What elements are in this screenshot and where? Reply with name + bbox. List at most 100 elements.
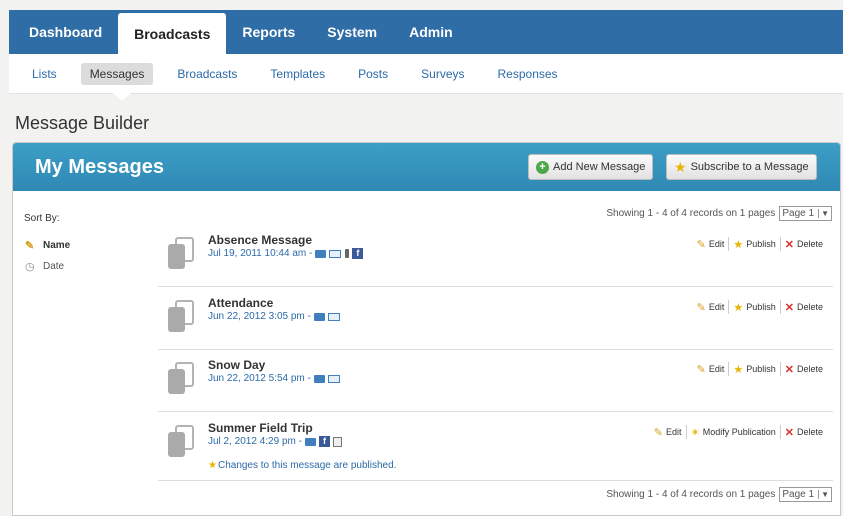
delete-label: Delete [796, 364, 823, 374]
sort-by-date[interactable]: ◷ Date [25, 260, 64, 273]
modify-publication-label: Modify Publication [702, 427, 776, 437]
subtab-templates[interactable]: Templates [261, 63, 334, 85]
add-new-message-button[interactable]: + Add New Message [528, 154, 654, 180]
my-messages-panel: My Messages + Add New Message ★ Subscrib… [12, 142, 841, 516]
list-item: Attendance Jun 22, 2012 3:05 pm - ✎ Edit … [158, 288, 833, 350]
delete-button[interactable]: ✕ Delete [781, 238, 827, 251]
edit-label: Edit [708, 364, 725, 374]
clock-icon: ◷ [25, 261, 35, 273]
edit-button[interactable]: ✎ Edit [650, 426, 686, 439]
pencil-icon: ✎ [696, 301, 706, 314]
modify-publication-button[interactable]: ✶ Modify Publication [687, 426, 780, 439]
message-title[interactable]: Snow Day [208, 358, 265, 372]
sort-by-label: Sort By: [24, 213, 60, 224]
page-select[interactable]: Page 1 ▼ [779, 487, 832, 502]
subtab-lists[interactable]: Lists [23, 63, 66, 85]
publish-button[interactable]: ★ Publish [729, 363, 779, 376]
star-icon: ✶ [690, 426, 700, 439]
pagination-bottom: Showing 1 - 4 of 4 records on 1 pages Pa… [606, 487, 832, 502]
publish-button[interactable]: ★ Publish [729, 238, 779, 251]
pencil-icon: ✎ [696, 363, 706, 376]
email-icon [327, 374, 340, 383]
row-actions: ✎ Edit ★ Publish ✕ Delete [693, 300, 827, 314]
showing-text: Showing 1 - 4 of 4 records on 1 pages [606, 489, 776, 500]
publish-label: Publish [746, 302, 776, 312]
published-note: ★ Changes to this message are published. [208, 460, 396, 471]
delete-button[interactable]: ✕ Delete [781, 301, 827, 314]
delete-label: Delete [796, 302, 823, 312]
tab-broadcasts[interactable]: Broadcasts [118, 13, 227, 54]
subnav-pointer [113, 93, 131, 101]
message-meta: Jul 2, 2012 4:29 pm - f [208, 436, 342, 447]
sub-nav: Lists Messages Broadcasts Templates Post… [9, 54, 843, 94]
tab-admin[interactable]: Admin [393, 10, 469, 54]
list-item: Snow Day Jun 22, 2012 5:54 pm - ✎ Edit ★ P… [158, 350, 833, 412]
tab-dashboard[interactable]: Dashboard [9, 10, 118, 54]
message-title[interactable]: Attendance [208, 296, 273, 310]
chevron-down-icon: ▼ [818, 490, 829, 499]
message-date: Jun 22, 2012 5:54 pm - [208, 373, 311, 384]
star-icon: ★ [674, 158, 687, 175]
star-icon: ★ [208, 460, 217, 471]
delete-icon: ✕ [784, 301, 794, 314]
pagination-top: Showing 1 - 4 of 4 records on 1 pages Pa… [606, 206, 832, 221]
message-icon [168, 300, 194, 332]
sort-by-name[interactable]: ✎ Name [25, 239, 70, 252]
row-actions: ✎ Edit ★ Publish ✕ Delete [693, 237, 827, 251]
list-item: Absence Message Jul 19, 2011 10:44 am - … [158, 225, 833, 287]
message-date: Jul 19, 2011 10:44 am - [208, 248, 313, 259]
email-icon [327, 312, 340, 321]
sort-name-label: Name [43, 240, 71, 251]
message-title[interactable]: Summer Field Trip [208, 421, 313, 435]
star-icon: ★ [733, 301, 744, 314]
edit-label: Edit [665, 427, 682, 437]
subtab-broadcasts[interactable]: Broadcasts [168, 63, 246, 85]
subtab-responses[interactable]: Responses [489, 63, 567, 85]
mobile-icon [345, 249, 350, 258]
message-icon [168, 425, 194, 457]
showing-text: Showing 1 - 4 of 4 records on 1 pages [606, 208, 776, 219]
row-actions: ✎ Edit ✶ Modify Publication ✕ Delete [650, 425, 827, 439]
message-icon [168, 237, 194, 269]
page-select-value: Page 1 [782, 489, 815, 500]
subtab-messages[interactable]: Messages [80, 62, 154, 85]
message-date: Jun 22, 2012 3:05 pm - [208, 311, 311, 322]
list-item: Summer Field Trip Jul 2, 2012 4:29 pm - … [158, 413, 833, 481]
tab-reports[interactable]: Reports [226, 10, 311, 54]
star-icon: ★ [733, 363, 744, 376]
facebook-icon: f [318, 436, 330, 447]
tab-system[interactable]: System [311, 10, 393, 54]
subtab-surveys[interactable]: Surveys [412, 63, 473, 85]
row-actions: ✎ Edit ★ Publish ✕ Delete [693, 362, 827, 376]
page-select-value: Page 1 [782, 208, 815, 219]
pencil-icon: ✎ [25, 240, 35, 252]
edit-button[interactable]: ✎ Edit [693, 363, 729, 376]
pencil-icon: ✎ [653, 426, 663, 439]
message-meta: Jun 22, 2012 5:54 pm - [208, 373, 340, 384]
publish-label: Publish [746, 239, 776, 249]
email-icon [329, 249, 342, 258]
edit-label: Edit [708, 239, 725, 249]
delete-icon: ✕ [784, 238, 794, 251]
published-note-text: Changes to this message are published. [217, 460, 397, 471]
page-title: Message Builder [15, 113, 150, 133]
subscribe-message-label: Subscribe to a Message [690, 161, 809, 173]
publish-button[interactable]: ★ Publish [729, 301, 779, 314]
facebook-icon: f [352, 248, 364, 259]
sort-date-label: Date [43, 261, 65, 272]
message-title[interactable]: Absence Message [208, 233, 312, 247]
edit-button[interactable]: ✎ Edit [693, 238, 729, 251]
star-icon: ★ [733, 238, 744, 251]
subtab-posts[interactable]: Posts [349, 63, 397, 85]
add-icon: + [536, 160, 549, 174]
phone-icon [315, 249, 327, 258]
delete-button[interactable]: ✕ Delete [781, 426, 827, 439]
delete-label: Delete [796, 427, 823, 437]
edit-button[interactable]: ✎ Edit [693, 301, 729, 314]
delete-button[interactable]: ✕ Delete [781, 363, 827, 376]
phone-icon [304, 437, 316, 446]
page-select[interactable]: Page 1 ▼ [779, 206, 832, 221]
chevron-down-icon: ▼ [818, 209, 829, 218]
add-new-message-label: Add New Message [553, 161, 646, 173]
subscribe-message-button[interactable]: ★ Subscribe to a Message [666, 154, 817, 180]
